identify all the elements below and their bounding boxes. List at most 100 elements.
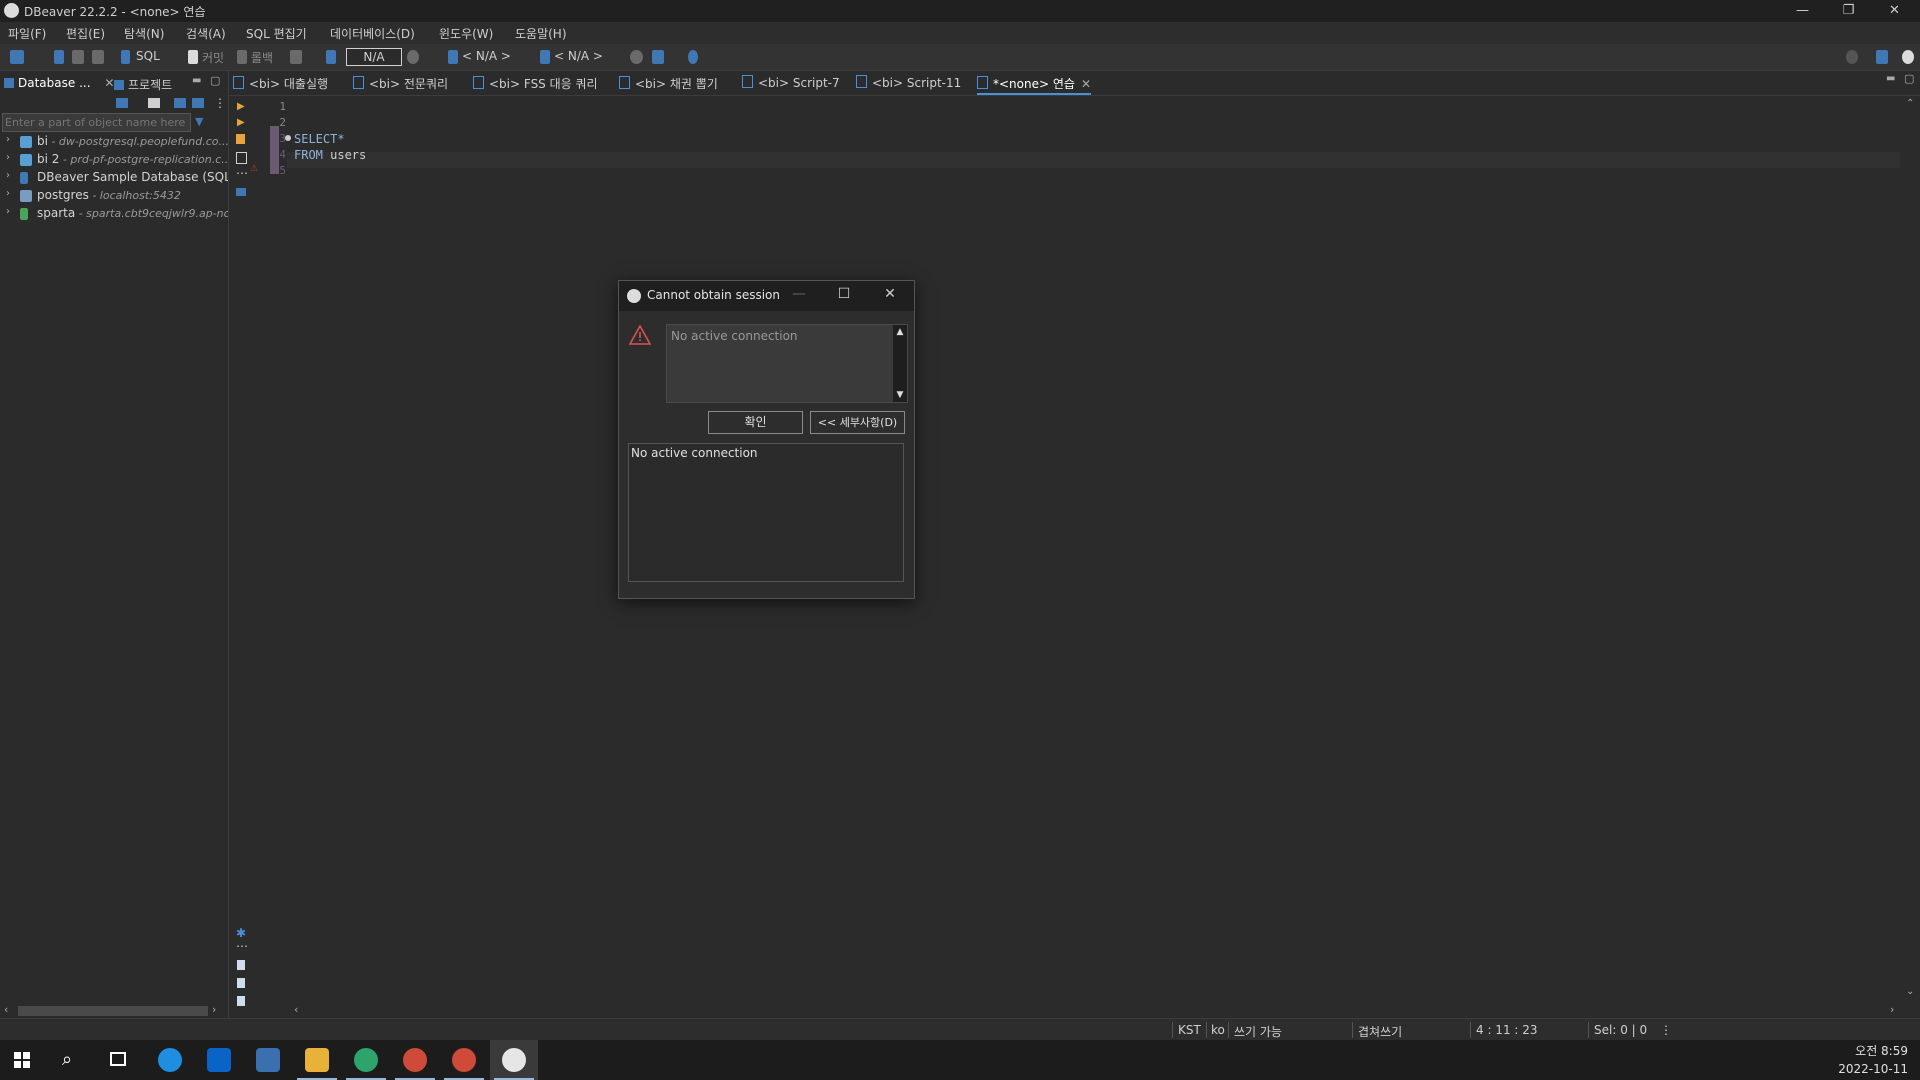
task-view-icon[interactable] bbox=[110, 1052, 126, 1066]
close-tab-icon[interactable]: ✕ bbox=[1081, 77, 1091, 91]
menu-database[interactable]: 데이터베이스(D) bbox=[330, 25, 415, 42]
restore-button[interactable]: ❐ bbox=[1826, 0, 1871, 22]
panels-toggle-icon[interactable]: ✱ bbox=[236, 926, 246, 940]
lock-icon[interactable] bbox=[326, 50, 336, 64]
editor-horizontal-scrollbar[interactable]: ‹ › bbox=[290, 1003, 1900, 1018]
connect-icon[interactable] bbox=[54, 50, 64, 64]
server-output-icon[interactable] bbox=[237, 996, 245, 1006]
execution-log-icon[interactable] bbox=[237, 978, 245, 988]
tree-connection-sample-db[interactable]: › DBeaver Sample Database (SQLite) bbox=[0, 169, 228, 187]
tree-connection-bi[interactable]: › bi - dw-postgresql.peoplefund.co... bbox=[0, 133, 228, 151]
expand-arrow-icon[interactable]: › bbox=[6, 206, 10, 217]
tab-script-loan-execution[interactable]: <bi> 대출실행 bbox=[233, 75, 328, 93]
sql-editor-area[interactable] bbox=[287, 96, 1900, 1002]
file-explorer-icon[interactable] bbox=[305, 1048, 329, 1072]
transaction-log-combo[interactable]: N/A bbox=[346, 48, 402, 66]
scroll-left-icon[interactable]: ‹ bbox=[4, 1003, 8, 1016]
tree-connection-bi-2[interactable]: › bi 2 - prd-pf-postgre-replication.c... bbox=[0, 151, 228, 169]
active-datasource-selector[interactable]: < N/A > bbox=[462, 49, 511, 63]
windows-start-icon[interactable] bbox=[14, 1052, 30, 1068]
menu-sql-editor[interactable]: SQL 편집기 bbox=[246, 25, 307, 42]
tab-practice-active[interactable]: *<none> 연습 ✕ bbox=[977, 75, 1092, 95]
dbeaver-taskbar-icon[interactable] bbox=[502, 1048, 526, 1072]
menu-help[interactable]: 도움말(H) bbox=[515, 25, 567, 42]
close-window-button[interactable]: ✕ bbox=[1872, 0, 1917, 22]
menu-file[interactable]: 파일(F) bbox=[8, 25, 46, 42]
link-with-editor-icon[interactable] bbox=[192, 98, 204, 108]
tree-connection-sparta[interactable]: › sparta - sparta.cbt9ceqjwlr9.ap-no... bbox=[0, 205, 228, 223]
scroll-left-icon[interactable]: ‹ bbox=[294, 1003, 298, 1016]
navigator-horizontal-scrollbar[interactable]: ‹ › bbox=[0, 1003, 228, 1018]
system-clock[interactable]: 오전 8:59 2022-10-11 bbox=[1838, 1042, 1908, 1078]
dbeaver-perspective-icon[interactable] bbox=[1902, 50, 1914, 64]
minimize-button[interactable]: — bbox=[1780, 0, 1825, 22]
scroll-up-icon[interactable]: ▲ bbox=[893, 325, 907, 337]
load-plan-icon[interactable] bbox=[236, 152, 247, 164]
sql-editor-icon[interactable] bbox=[121, 50, 130, 64]
chrome-profile-1-icon[interactable] bbox=[403, 1048, 427, 1072]
execute-statement-icon[interactable]: ▶ bbox=[237, 101, 245, 112]
database-tasks-icon[interactable] bbox=[652, 50, 664, 64]
menu-navigate[interactable]: 탐색(N) bbox=[124, 25, 164, 42]
status-menu-icon[interactable]: ⋮ bbox=[1660, 1023, 1672, 1037]
collapse-all-icon[interactable] bbox=[174, 98, 186, 108]
rollback-icon[interactable] bbox=[237, 50, 247, 64]
microsoft-store-icon[interactable] bbox=[256, 1048, 280, 1072]
search-icon[interactable] bbox=[1846, 50, 1858, 64]
object-filter-input[interactable] bbox=[2, 113, 191, 132]
dialog-close-button[interactable]: ✕ bbox=[878, 286, 902, 302]
rollback-button-label[interactable]: 롤백 bbox=[251, 49, 273, 66]
more-panels-icon[interactable]: ⋯ bbox=[236, 939, 248, 953]
ok-button[interactable]: 확인 bbox=[708, 411, 803, 434]
minimize-panel-icon[interactable]: ▬ bbox=[192, 75, 201, 86]
output-panel-icon[interactable] bbox=[236, 188, 246, 196]
mail-icon[interactable] bbox=[207, 1048, 231, 1072]
tab-script-11[interactable]: <bi> Script-11 bbox=[856, 75, 961, 93]
expand-arrow-icon[interactable]: › bbox=[6, 152, 10, 163]
transaction-mode-icon[interactable] bbox=[290, 50, 302, 64]
dialog-title-bar[interactable]: Cannot obtain session — ☐ ✕ bbox=[619, 281, 914, 311]
scroll-down-icon[interactable]: ▼ bbox=[893, 390, 907, 400]
tab-script-fss-query[interactable]: <bi> FSS 대응 쿼리 bbox=[473, 75, 598, 93]
perspective-icon[interactable] bbox=[1876, 50, 1888, 64]
error-details-area[interactable]: No active connection bbox=[628, 443, 904, 582]
menu-edit[interactable]: 편집(E) bbox=[66, 25, 105, 42]
view-menu-icon[interactable]: ⋮ bbox=[214, 96, 226, 110]
editor-vertical-scrollbar[interactable]: ⌃ ⌄ bbox=[1900, 96, 1920, 1002]
expand-arrow-icon[interactable]: › bbox=[6, 134, 10, 145]
new-folder-icon[interactable] bbox=[148, 98, 160, 108]
scrollbar-thumb[interactable] bbox=[18, 1006, 208, 1016]
maximize-panel-icon[interactable]: ▢ bbox=[210, 74, 220, 87]
scroll-right-icon[interactable]: › bbox=[212, 1003, 216, 1016]
active-schema-selector[interactable]: < N/A > bbox=[554, 49, 603, 63]
preferences-icon[interactable] bbox=[688, 50, 698, 64]
tab-script-7[interactable]: <bi> Script-7 bbox=[742, 75, 840, 93]
disconnect-icon[interactable] bbox=[72, 50, 84, 64]
more-actions-icon[interactable]: ⋯ bbox=[236, 166, 248, 180]
new-connection-icon[interactable] bbox=[10, 50, 24, 64]
tab-projects[interactable]: 프로젝트 bbox=[114, 76, 172, 94]
commit-button-label[interactable]: 커밋 bbox=[202, 49, 224, 66]
slack-icon[interactable] bbox=[354, 1048, 378, 1072]
menu-search[interactable]: 검색(A) bbox=[186, 25, 226, 42]
scroll-down-icon[interactable]: ⌄ bbox=[1906, 986, 1914, 997]
results-panel-icon[interactable] bbox=[237, 960, 245, 970]
close-tab-icon[interactable]: ✕ bbox=[104, 76, 114, 90]
details-button[interactable]: << 세부사항(D) bbox=[810, 411, 905, 434]
message-scrollbar[interactable]: ▲ ▼ bbox=[893, 325, 907, 402]
tab-script-bond-extract[interactable]: <bi> 채권 뽑기 bbox=[619, 75, 718, 93]
maximize-editor-icon[interactable]: ▢ bbox=[1904, 72, 1914, 85]
commit-icon[interactable] bbox=[188, 50, 198, 64]
explain-plan-icon[interactable] bbox=[236, 134, 245, 144]
menu-window[interactable]: 윈도우(W) bbox=[439, 25, 493, 42]
execute-script-icon[interactable]: ▶ bbox=[237, 117, 245, 128]
minimize-editor-icon[interactable]: ▬ bbox=[1886, 73, 1895, 84]
error-message-box[interactable]: No active connection ▲ ▼ bbox=[666, 324, 908, 403]
edge-browser-icon[interactable] bbox=[158, 1048, 182, 1072]
filter-icon[interactable]: ▼ bbox=[195, 115, 203, 128]
scroll-right-icon[interactable]: › bbox=[1890, 1003, 1894, 1016]
scroll-up-icon[interactable]: ⌃ bbox=[1906, 98, 1914, 109]
invalidate-icon[interactable] bbox=[92, 50, 104, 64]
tab-database-navigator[interactable]: Database ... ✕ bbox=[4, 76, 114, 94]
dialog-maximize-button[interactable]: ☐ bbox=[832, 286, 856, 302]
